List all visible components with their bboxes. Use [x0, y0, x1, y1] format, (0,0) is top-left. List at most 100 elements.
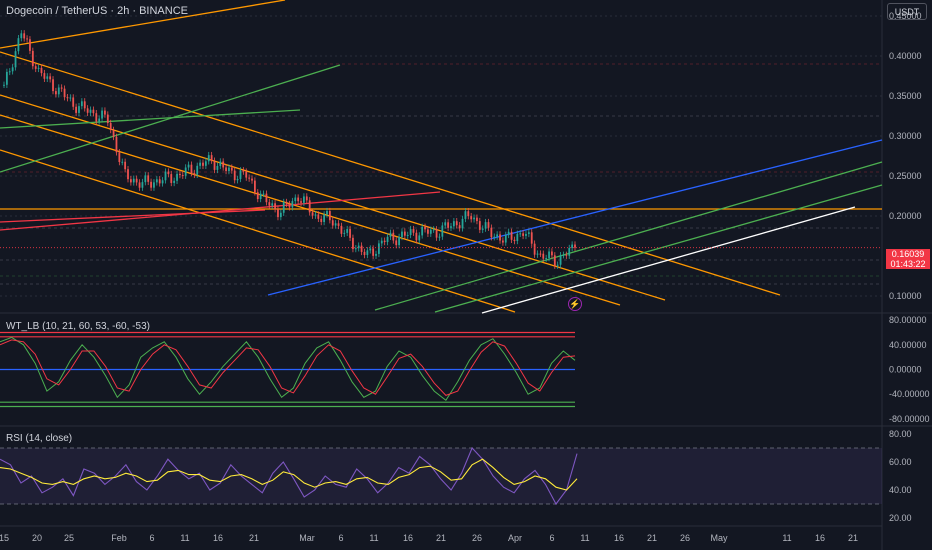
candle-body [285, 202, 288, 205]
candle-body [496, 234, 499, 237]
candle-body [308, 200, 311, 213]
wt-tick-label: 40.00000 [889, 340, 927, 350]
candle-body [124, 161, 127, 170]
time-tick-label: Apr [508, 533, 522, 543]
candle-body [429, 229, 432, 234]
candle-body [418, 235, 421, 241]
candle-body [274, 203, 276, 210]
candle-body [69, 97, 72, 99]
rsi-indicator-label[interactable]: RSI (14, close) [6, 433, 72, 444]
candle-body [403, 231, 406, 236]
candle-body [343, 232, 346, 234]
candle-body [83, 101, 86, 109]
candle-body [86, 108, 89, 113]
candle-body [565, 254, 568, 256]
candle-body [207, 155, 210, 162]
candle-body [513, 239, 516, 242]
candle-body [141, 182, 144, 188]
candle-body [37, 67, 40, 69]
candle-body [346, 229, 349, 233]
candle-body [409, 229, 412, 235]
candle-body [334, 223, 337, 226]
time-tick-label: 21 [436, 533, 446, 543]
candle-body [320, 218, 323, 222]
candle-body [305, 196, 308, 201]
candle-body [444, 222, 447, 226]
candle-body [556, 264, 559, 266]
candle-body [106, 114, 109, 124]
candle-body [340, 225, 343, 234]
candle-body [72, 97, 75, 107]
candle-body [49, 76, 52, 80]
candle-body [60, 87, 63, 89]
candle-body [173, 180, 176, 183]
candle-body [115, 136, 118, 153]
candle-body [193, 173, 196, 175]
candle-body [389, 232, 392, 237]
candle-body [363, 251, 366, 256]
candle-body [559, 255, 562, 265]
candle-body [504, 234, 507, 243]
time-tick-label: 16 [213, 533, 223, 543]
candle-body [574, 244, 576, 248]
time-tick-label: 6 [549, 533, 554, 543]
candle-body [89, 109, 92, 113]
candle-body [441, 225, 444, 237]
candle-body [288, 204, 291, 208]
candle-body [522, 233, 524, 236]
candle-body [23, 33, 26, 39]
candle-body [401, 231, 403, 237]
candle-body [196, 165, 199, 175]
candle-body [435, 229, 438, 238]
rsi-tick-label: 80.00 [889, 429, 912, 439]
lightning-bolt-icon[interactable]: ⚡ [568, 297, 582, 311]
candle-body [132, 178, 135, 183]
candle-body [222, 161, 225, 168]
candle-body [525, 233, 527, 236]
candle-body [372, 248, 375, 256]
price-tick-label: 0.20000 [889, 211, 922, 221]
time-tick-label: 6 [149, 533, 154, 543]
candle-body [40, 67, 43, 74]
candle-body [109, 123, 112, 130]
wt-indicator-label[interactable]: WT_LB (10, 21, 60, 53, -60, -53) [6, 321, 150, 332]
candle-body [392, 232, 395, 241]
time-tick-label: 11 [580, 533, 589, 543]
candle-body [300, 201, 302, 203]
candle-body [277, 209, 279, 218]
trend-line [0, 51, 781, 296]
time-tick-label: 21 [249, 533, 259, 543]
currency-button[interactable]: USDT [887, 3, 927, 20]
candle-body [562, 254, 565, 256]
candle-body [129, 179, 132, 183]
wt-tick-label: -40.00000 [889, 389, 930, 399]
candle-body [204, 161, 207, 166]
candle-body [112, 129, 115, 137]
last-price-value: 0.16039 [891, 249, 925, 259]
candle-body [476, 217, 478, 222]
candle-body [421, 226, 424, 236]
candle-body [43, 73, 46, 79]
candle-body [199, 162, 202, 166]
candle-body [473, 217, 475, 220]
candle-body [539, 253, 542, 255]
candle-body [181, 175, 184, 177]
candle-body [118, 152, 121, 163]
candle-body [176, 173, 178, 181]
candle-body [239, 170, 242, 179]
candle-body [455, 221, 458, 226]
wt-signal-line [0, 339, 576, 396]
candle-body [415, 232, 418, 241]
candle-body [121, 161, 124, 163]
wt-tick-label: -80.00000 [889, 414, 930, 424]
candle-body [464, 211, 467, 219]
candle-body [219, 161, 222, 166]
candle-body [279, 212, 282, 218]
candle-body [507, 231, 510, 235]
candle-body [253, 180, 256, 193]
candle-body [256, 192, 259, 199]
time-tick-label: Feb [111, 533, 127, 543]
candle-body [104, 110, 106, 115]
candle-body [354, 248, 357, 250]
candle-body [502, 240, 504, 243]
